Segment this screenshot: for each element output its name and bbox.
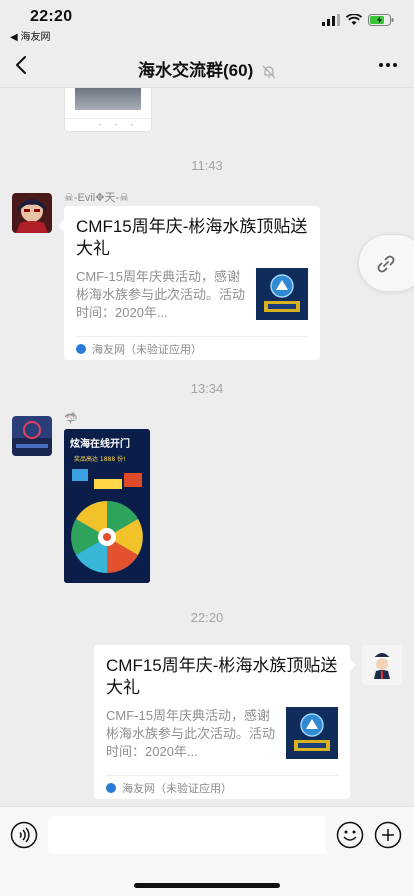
shared-link-card[interactable]: CMF15周年庆-彬海水族顶贴送大礼 CMF-15周年庆典活动，感谢彬海水族参与… (58, 206, 320, 360)
avatar[interactable] (362, 645, 402, 685)
back-to-app-link[interactable]: ◀ 海友网 (10, 28, 50, 43)
link-card-thumbnail (286, 707, 338, 759)
link-card-thumbnail (256, 268, 308, 320)
emoji-icon[interactable] (336, 821, 364, 849)
previous-message-image (75, 88, 141, 110)
link-card-title: CMF15周年庆-彬海水族顶贴送大礼 (106, 656, 338, 697)
link-card-source: 海友网（未验证应用） (76, 336, 308, 360)
timestamp: 11:43 (191, 158, 223, 173)
link-icon (377, 255, 395, 273)
signal-icon (322, 14, 340, 26)
previous-message-card[interactable]: • • • (64, 88, 152, 132)
link-card-source: 海友网（未验证应用） (106, 775, 338, 799)
avatar[interactable] (12, 193, 52, 233)
shared-link-card[interactable]: CMF15周年庆-彬海水族顶贴送大礼 CMF-15周年庆典活动，感谢彬海水族参与… (94, 645, 356, 799)
chat-nav-bar: 海水交流群(60) (0, 44, 414, 88)
timestamp: 22:20 (190, 610, 224, 625)
message-input-bar (0, 806, 414, 896)
status-time: 22:20 (30, 8, 73, 25)
wifi-icon (346, 14, 362, 25)
app-source-icon (76, 343, 86, 354)
timestamp: 13:34 (190, 381, 224, 396)
status-icons (322, 14, 394, 26)
app-source-icon (106, 782, 116, 793)
status-bar: 22:20 ◀ 海友网 (0, 0, 414, 44)
chat-title-text: 海水交流群(60) (138, 61, 254, 80)
plus-icon[interactable] (374, 821, 402, 849)
link-card-title: CMF15周年庆-彬海水族顶贴送大礼 (76, 217, 308, 258)
battery-icon (368, 14, 394, 26)
chat-title: 海水交流群(60) (0, 56, 414, 81)
voice-icon[interactable] (10, 821, 38, 849)
link-card-description: CMF-15周年庆典活动，感谢彬海水族参与此次活动。活动时间：2020年... (76, 269, 246, 320)
home-indicator (134, 883, 280, 888)
link-card-description: CMF-15周年庆典活动，感谢彬海水族参与此次活动。活动时间：2020年... (106, 708, 276, 759)
poster-subline: 奖品高达 1888 份! (74, 455, 126, 463)
chat-message-list[interactable]: • • • 11:43 ☠-Evil✥天-☠ CMF15周年庆-彬海水族顶贴送大… (0, 88, 414, 806)
floating-link-button[interactable] (358, 234, 414, 292)
poster-image-message[interactable]: 炫海在线开门 奖品高达 1888 份! (64, 429, 150, 583)
more-dots-icon[interactable] (378, 62, 398, 68)
sender-name: 🦈 (64, 413, 78, 425)
sender-name: ☠-Evil✥天-☠ (64, 192, 129, 204)
avatar[interactable] (12, 416, 52, 456)
message-text-input[interactable] (48, 816, 326, 854)
poster-headline: 炫海在线开门 (70, 437, 130, 450)
mute-bell-icon (262, 65, 276, 78)
